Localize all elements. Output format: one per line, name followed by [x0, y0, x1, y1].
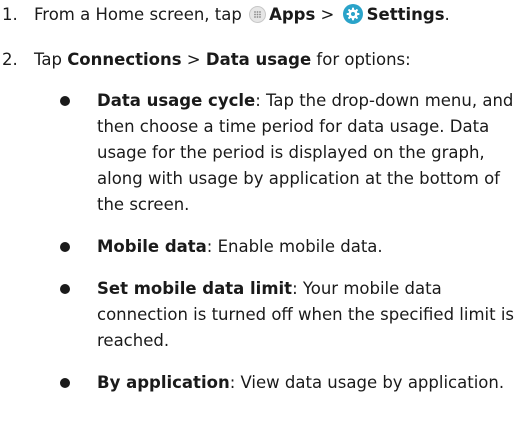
connections-label: Connections [67, 50, 182, 69]
settings-label: Settings [366, 5, 445, 24]
option-term: Mobile data [97, 237, 207, 256]
bullet-icon [60, 242, 70, 252]
apps-label: Apps [269, 5, 316, 24]
step-number: 1. [2, 5, 18, 24]
option-description: : Enable mobile data. [206, 237, 383, 256]
option-term: Set mobile data limit [97, 279, 293, 298]
list-item: By application: View data usage by appli… [60, 370, 520, 396]
settings-gear-icon [342, 4, 363, 24]
step-suffix: for options: [311, 50, 411, 69]
option-description: : View data usage by application. [229, 373, 505, 392]
step-number: 2. [2, 50, 18, 69]
list-item: Mobile data: Enable mobile data. [60, 234, 520, 260]
step-suffix: . [444, 5, 450, 24]
step-1: 1. From a Home screen, tap Apps > Setting… [0, 2, 450, 28]
option-term: By application [97, 373, 230, 392]
option-term: Data usage cycle [97, 91, 256, 110]
separator: > [181, 50, 206, 69]
separator: > [315, 5, 340, 24]
data-usage-label: Data usage [205, 50, 312, 69]
bullet-icon [60, 96, 70, 106]
options-list: Data usage cycle: Tap the drop-down menu… [60, 88, 520, 412]
bullet-icon [60, 378, 70, 388]
list-item: Set mobile data limit: Your mobile data … [60, 276, 520, 354]
step-text: Tap [34, 50, 68, 69]
list-item: Data usage cycle: Tap the drop-down menu… [60, 88, 520, 218]
step-2: 2. Tap Connections > Data usage for optio… [0, 47, 411, 73]
step-text: From a Home screen, tap [34, 5, 248, 24]
bullet-icon [60, 284, 70, 294]
apps-grid-icon [249, 6, 267, 23]
